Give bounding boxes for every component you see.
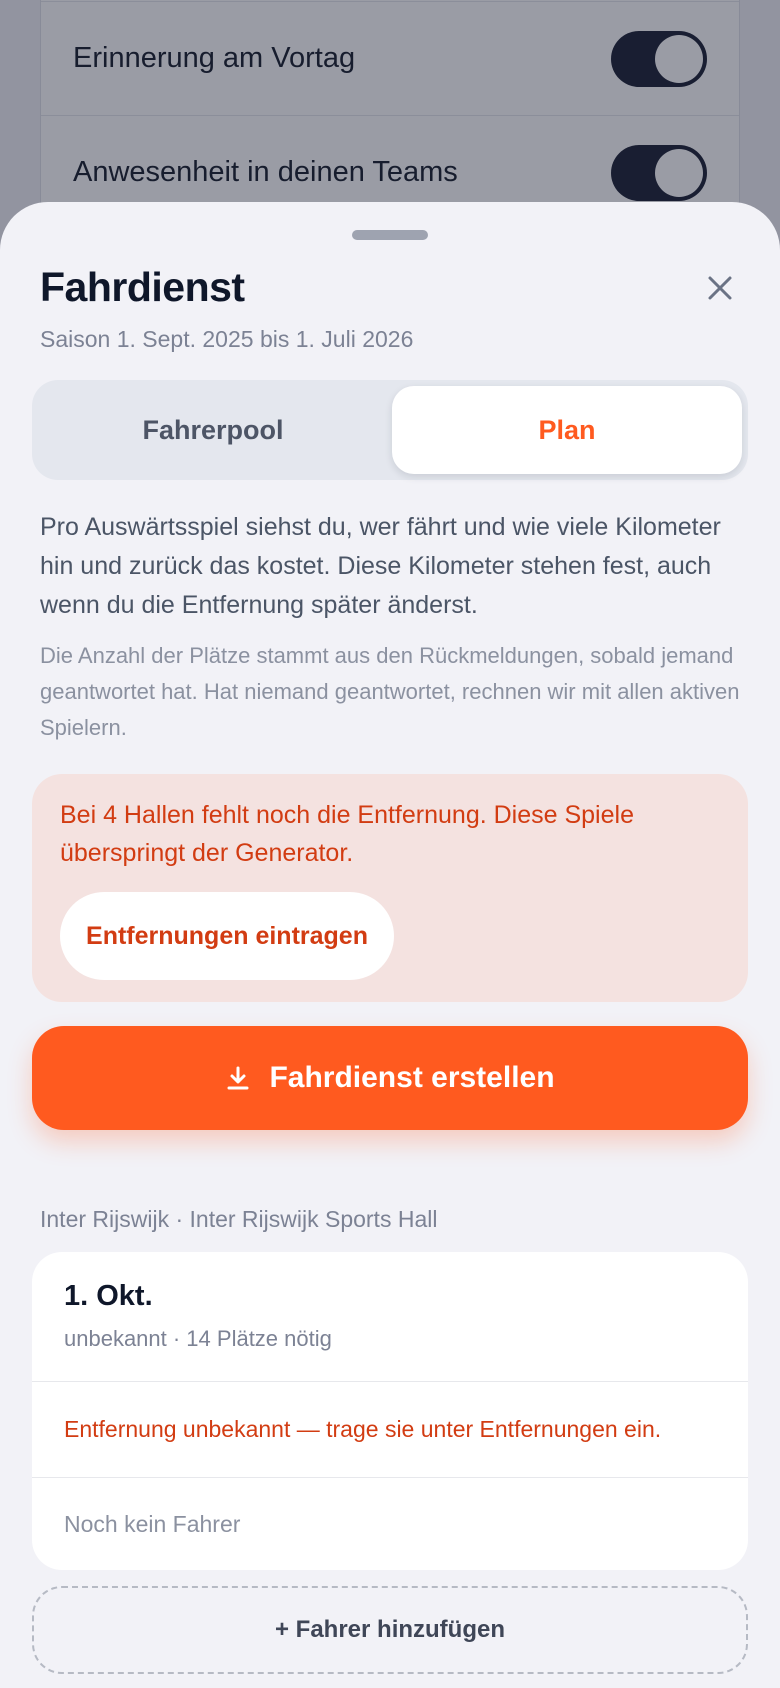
venue-section-header: Inter Rijswijk · Inter Rijswijk Sports H… bbox=[40, 1206, 438, 1232]
tab-fahrerpool[interactable]: Fahrerpool bbox=[38, 386, 388, 474]
create-fahrdienst-button[interactable]: Fahrdienst erstellen bbox=[32, 1026, 748, 1130]
missing-distance-alert: Bei 4 Hallen fehlt noch die Entfernung. … bbox=[32, 774, 748, 1002]
close-button[interactable] bbox=[696, 264, 744, 312]
game-date: 1. Okt. bbox=[64, 1280, 153, 1312]
view-segmented-control: Fahrerpool Plan bbox=[32, 380, 748, 480]
alert-text: Bei 4 Hallen fehlt noch die Entfernung. … bbox=[60, 801, 634, 867]
sheet-title: Fahrdienst bbox=[40, 264, 245, 310]
game-meta: unbekannt · 14 Plätze nötig bbox=[64, 1326, 332, 1351]
enter-distances-button[interactable]: Entfernungen eintragen bbox=[60, 892, 394, 980]
distance-warning: Entfernung unbekannt — trage sie unter E… bbox=[32, 1382, 748, 1478]
drag-handle[interactable] bbox=[352, 230, 428, 240]
season-subtitle: Saison 1. Sept. 2025 bis 1. Juli 2026 bbox=[40, 326, 414, 352]
seats-note: Die Anzahl der Plätze stammt aus den Rüc… bbox=[40, 643, 740, 740]
download-icon bbox=[227, 1066, 249, 1090]
tab-plan[interactable]: Plan bbox=[392, 386, 742, 474]
plan-description: Pro Auswärtsspiel siehst du, wer fährt u… bbox=[40, 513, 721, 619]
fahrdienst-sheet: Fahrdienst Saison 1. Sept. 2025 bis 1. J… bbox=[0, 202, 780, 1688]
add-driver-button[interactable]: + Fahrer hinzufügen bbox=[32, 1586, 748, 1674]
game-card-header: 1. Okt. unbekannt · 14 Plätze nötig bbox=[32, 1252, 748, 1382]
driver-status: Noch kein Fahrer bbox=[64, 1510, 241, 1537]
close-icon bbox=[708, 276, 732, 300]
create-button-label: Fahrdienst erstellen bbox=[269, 1061, 555, 1094]
game-card: 1. Okt. unbekannt · 14 Plätze nötig Entf… bbox=[32, 1252, 748, 1570]
